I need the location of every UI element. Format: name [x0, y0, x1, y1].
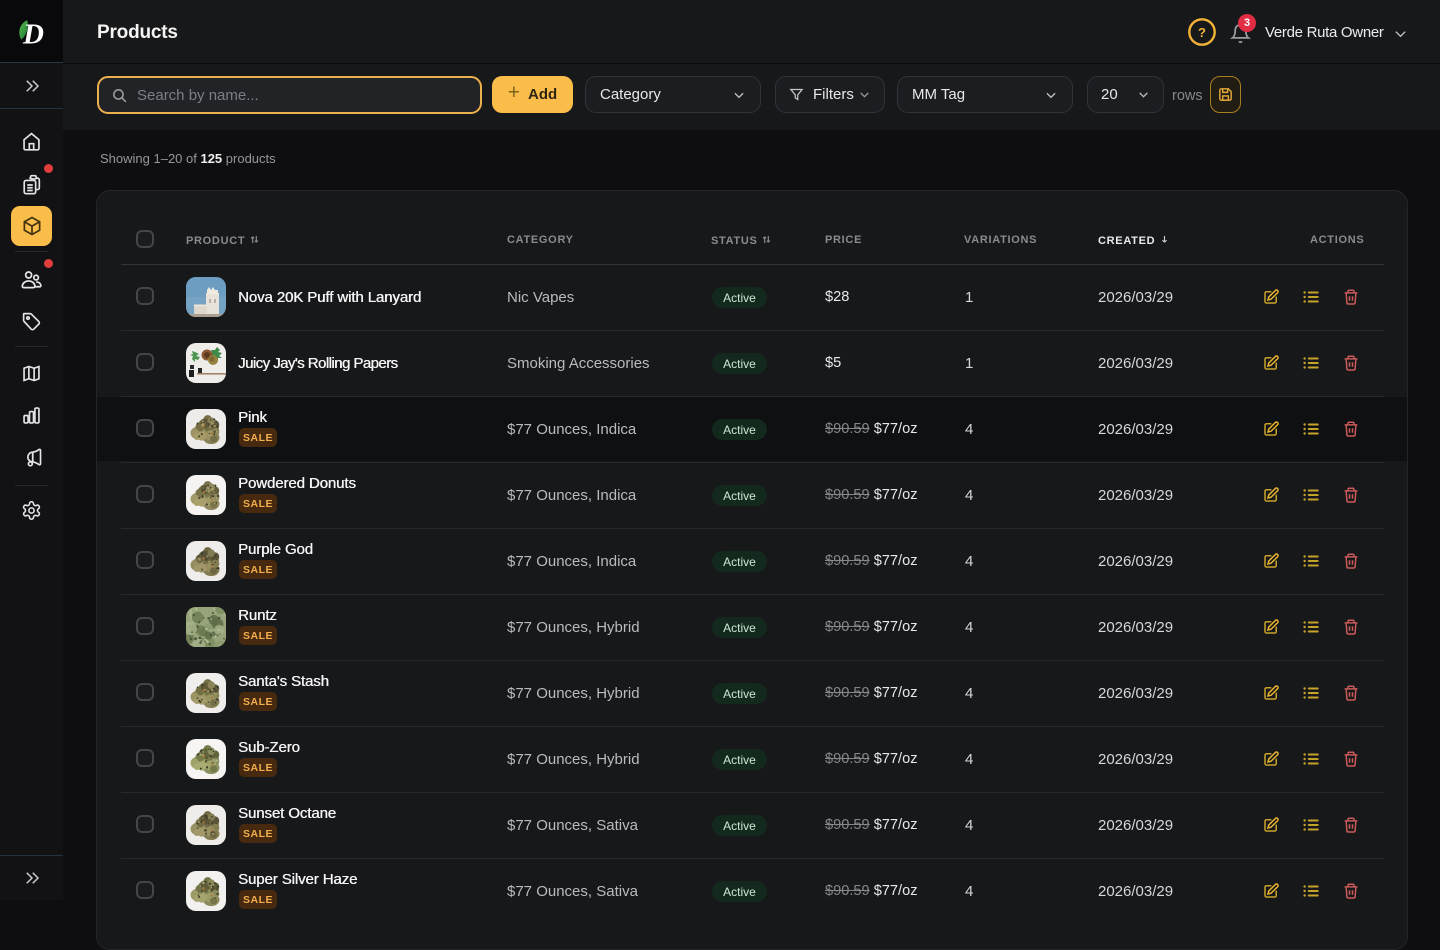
svg-text:D: D	[22, 19, 44, 49]
svg-text:?: ?	[1198, 25, 1206, 40]
